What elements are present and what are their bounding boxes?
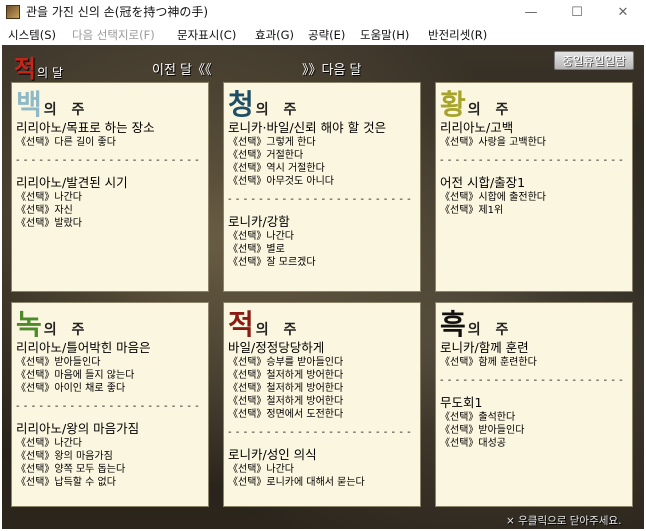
- event-choice: 《선택》다른 길이 좋다: [16, 137, 116, 148]
- game-area: 적 의 달 이전 달《《 》》다음 달 중일휴일일람 백 의 주 리리아노/목표…: [2, 45, 644, 529]
- divider: - - - - - - - - - - - - - - - - - - - - …: [16, 401, 200, 412]
- week-char: 청: [228, 88, 254, 121]
- event-title: 리리아노/왕의 마음가짐: [16, 421, 140, 436]
- month-suffix: 의 달: [37, 66, 63, 80]
- event-choice: 《선택》함께 훈련한다: [440, 357, 537, 368]
- week-suffix: 의 주: [467, 322, 514, 338]
- title-bar: 관을 가진 신의 손(冠を持つ神の手) — ☐ ✕: [0, 0, 646, 24]
- event-title: 리리아노/목표로 하는 장소: [16, 120, 155, 135]
- maximize-button[interactable]: ☐: [554, 0, 600, 24]
- week-char: 적: [228, 308, 254, 341]
- week-header: 흑 의 주: [440, 303, 513, 343]
- close-button[interactable]: ✕: [600, 0, 646, 24]
- menu-bar: 시스템(S) 다음 선택지로(F) 문자표시(C) 효과(G) 공략(E) 도움…: [0, 24, 646, 44]
- event-choice: 《선택》승부를 받아들인다: [228, 357, 344, 368]
- prev-month-button[interactable]: 이전 달《《: [152, 59, 212, 78]
- week-suffix: 의 주: [255, 322, 302, 338]
- window-title: 관을 가진 신의 손(冠を持つ神の手): [26, 5, 209, 19]
- menu-system[interactable]: 시스템(S): [8, 27, 56, 43]
- week-suffix: 의 주: [43, 102, 90, 118]
- divider: - - - - - - - - - - - - - - - - - - - - …: [228, 194, 412, 205]
- event-choice: 《선택》철저하게 방어한다: [228, 396, 344, 407]
- event-title: 어전 시합/출장1: [440, 175, 526, 190]
- menu-effects[interactable]: 효과(G): [255, 27, 294, 43]
- event-title: 무도회1: [440, 395, 483, 410]
- event-choice: 《선택》자신: [16, 205, 73, 216]
- event-choice: 《선택》아이인 채로 좋다: [16, 383, 126, 394]
- menu-next-choice[interactable]: 다음 선택지로(F): [72, 27, 155, 43]
- event-choice: 《선택》출석한다: [440, 412, 516, 423]
- event-choice: 《선택》역시 거절한다: [228, 163, 325, 174]
- event-choice: 《선택》받아들인다: [16, 357, 101, 368]
- divider: - - - - - - - - - - - - - - - - - - - - …: [16, 155, 200, 166]
- week-panel-black: 흑 의 주 로니카/함께 훈련 《선택》함께 훈련한다 - - - - - - …: [435, 302, 633, 507]
- mid-holiday-list-button[interactable]: 중일휴일일람: [554, 51, 634, 70]
- event-choice: 《선택》나간다: [228, 464, 294, 475]
- menu-strategy[interactable]: 공략(E): [308, 27, 345, 43]
- week-char: 녹: [16, 308, 42, 341]
- event-title: 로니카/함께 훈련: [440, 340, 529, 355]
- week-panel-blue: 청 의 주 로니카·바일/신뢰 해야 할 것은 《선택》그렇게 한다 《선택》거…: [223, 82, 421, 292]
- week-header: 적 의 주: [228, 303, 301, 343]
- event-choice: 《선택》잘 모르겠다: [228, 257, 316, 268]
- month-char: 적: [14, 54, 37, 83]
- week-char: 흑: [440, 308, 466, 341]
- week-panel-yellow: 황 의 주 리리아노/고백 《선택》사랑을 고백한다 - - - - - - -…: [435, 82, 633, 292]
- week-panel-white: 백 의 주 리리아노/목표로 하는 장소 《선택》다른 길이 좋다 - - - …: [11, 82, 209, 292]
- event-choice: 《선택》발랐다: [16, 218, 82, 229]
- event-choice: 《선택》그렇게 한다: [228, 137, 316, 148]
- event-choice: 《선택》마음에 들지 않는다: [16, 370, 135, 381]
- menu-help[interactable]: 도움말(H): [360, 27, 409, 43]
- event-title: 로니카/성인 의식: [228, 447, 317, 462]
- week-char: 황: [440, 88, 466, 121]
- event-title: 리리아노/틀어박힌 마음은: [16, 340, 151, 355]
- week-suffix: 의 주: [255, 102, 302, 118]
- event-choice: 《선택》나간다: [16, 192, 82, 203]
- event-title: 로니카/강함: [228, 214, 290, 229]
- week-header: 백 의 주: [16, 83, 89, 123]
- event-choice: 《선택》철저하게 방어한다: [228, 383, 344, 394]
- week-header: 청 의 주: [228, 83, 301, 123]
- event-choice: 《선택》별로: [228, 244, 285, 255]
- event-choice: 《선택》대성공: [440, 438, 506, 449]
- event-title: 리리아노/고백: [440, 120, 514, 135]
- month-title: 적 의 달: [14, 49, 63, 84]
- app-icon: [6, 5, 20, 19]
- next-month-button[interactable]: 》》다음 달: [302, 59, 362, 78]
- week-suffix: 의 주: [467, 102, 514, 118]
- event-choice: 《선택》나간다: [16, 438, 82, 449]
- minimize-button[interactable]: —: [508, 0, 554, 24]
- event-choice: 《선택》제1위: [440, 205, 504, 216]
- event-choice: 《선택》양쪽 모두 돕는다: [16, 464, 126, 475]
- event-choice: 《선택》나간다: [228, 231, 294, 242]
- week-suffix: 의 주: [43, 322, 90, 338]
- event-title: 로니카·바일/신뢰 해야 할 것은: [228, 120, 387, 135]
- event-choice: 《선택》받아들인다: [440, 425, 525, 436]
- event-choice: 《선택》사랑을 고백한다: [440, 137, 546, 148]
- week-header: 녹 의 주: [16, 303, 89, 343]
- divider: - - - - - - - - - - - - - - - - - - - - …: [440, 155, 624, 166]
- week-panel-green: 녹 의 주 리리아노/틀어박힌 마음은 《선택》받아들인다 《선택》마음에 들지…: [11, 302, 209, 507]
- event-title: 바일/정정당당하게: [228, 340, 325, 355]
- event-choice: 《선택》정면에서 도전한다: [228, 409, 344, 420]
- week-char: 백: [16, 88, 42, 121]
- menu-reverse-reset[interactable]: 반전리셋(R): [428, 27, 487, 43]
- event-title: 리리아노/발견된 시기: [16, 175, 128, 190]
- event-choice: 《선택》왕의 마음가짐: [16, 451, 113, 462]
- week-header: 황 의 주: [440, 83, 513, 123]
- close-hint: × 우클릭으로 닫아주세요.: [506, 515, 622, 527]
- event-choice: 《선택》납득할 수 없다: [16, 477, 116, 488]
- event-choice: 《선택》아무것도 아니다: [228, 176, 334, 187]
- menu-text-display[interactable]: 문자표시(C): [177, 27, 236, 43]
- divider: - - - - - - - - - - - - - - - - - - - - …: [228, 427, 412, 438]
- event-choice: 《선택》로니카에 대해서 묻는다: [228, 477, 365, 488]
- event-choice: 《선택》철저하게 방어한다: [228, 370, 344, 381]
- event-choice: 《선택》시합에 출전한다: [440, 192, 546, 203]
- divider: - - - - - - - - - - - - - - - - - - - - …: [440, 375, 624, 386]
- week-panel-red: 적 의 주 바일/정정당당하게 《선택》승부를 받아들인다 《선택》철저하게 방…: [223, 302, 421, 507]
- event-choice: 《선택》거절한다: [228, 150, 304, 161]
